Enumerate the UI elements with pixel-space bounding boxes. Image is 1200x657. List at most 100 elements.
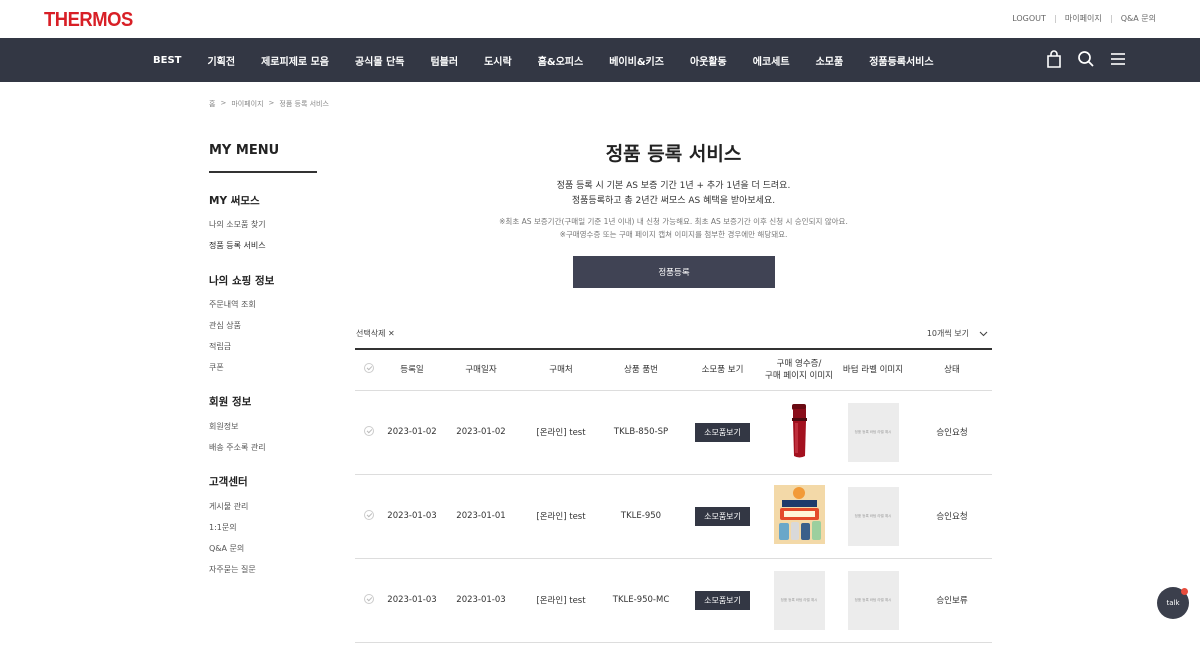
gnb-icons bbox=[1046, 50, 1126, 68]
header-product-code: 상품 품번 bbox=[601, 349, 681, 391]
talk-chat-button[interactable]: talk bbox=[1157, 587, 1189, 619]
nav-item-outdoor[interactable]: 아웃활동 bbox=[677, 53, 740, 68]
cell-status: 승인요청 bbox=[912, 390, 992, 475]
cell-reg-date: 2023-01-03 bbox=[383, 474, 441, 559]
sidebar-item-find-parts[interactable]: 나의 소모품 찾기 bbox=[209, 219, 266, 230]
nav-item-eco-set[interactable]: 에코세트 bbox=[740, 53, 803, 68]
header-reg-date: 등록일 bbox=[383, 349, 441, 391]
thumbnail-placeholder-text: 정품 등록 바텀 라벨 예시 bbox=[854, 597, 892, 602]
sidebar-item-registration[interactable]: 정품 등록 서비스 bbox=[209, 240, 266, 251]
cell-purchase-date: 2023-01-03 bbox=[441, 558, 521, 643]
breadcrumb: 홈 > 마이페이지 > 정품 등록 서비스 bbox=[209, 99, 329, 109]
view-parts-button[interactable]: 소모품보기 bbox=[695, 506, 750, 526]
delete-selected-button[interactable]: 선택삭제 ✕ bbox=[356, 329, 395, 338]
table-tools: 선택삭제 ✕ 10개씩 보기 bbox=[356, 328, 992, 339]
cell-purchase-date: 2023-01-02 bbox=[441, 390, 521, 475]
header-purchase-date: 구매일자 bbox=[441, 349, 521, 391]
breadcrumb-separator: > bbox=[220, 99, 227, 107]
menu-icon[interactable] bbox=[1110, 50, 1126, 68]
page-size-select[interactable]: 10개씩 보기 bbox=[927, 328, 988, 339]
sidebar-group-member: 회원 정보 bbox=[209, 396, 252, 408]
page-size-label: 10개씩 보기 bbox=[926, 329, 969, 338]
shopping-bag-icon[interactable] bbox=[1046, 50, 1062, 68]
page-title: 정품 등록 서비스 bbox=[605, 143, 742, 165]
cell-status: 승인요청 bbox=[912, 474, 992, 559]
header-status: 상태 bbox=[912, 349, 992, 391]
breadcrumb-home[interactable]: 홈 bbox=[209, 99, 215, 109]
check-icon[interactable] bbox=[364, 509, 374, 520]
promo-poster-image[interactable] bbox=[773, 485, 825, 544]
bottom-label-thumbnail[interactable]: 정품 등록 바텀 라벨 예시 bbox=[847, 402, 899, 462]
description-line-2: 정품등록하고 총 2년간 써모스 AS 혜택을 받아보세요. bbox=[571, 196, 776, 206]
sidebar-item-wishlist[interactable]: 관심 상품 bbox=[209, 320, 241, 331]
view-parts-button[interactable]: 소모품보기 bbox=[695, 422, 750, 442]
view-parts-button[interactable]: 소모품보기 bbox=[695, 590, 750, 610]
sidebar: MY MENU MY 써모스 나의 소모품 찾기 정품 등록 서비스 나의 쇼핑… bbox=[209, 143, 317, 574]
sidebar-item-address-book[interactable]: 배송 주소록 관리 bbox=[209, 442, 266, 453]
bottom-label-thumbnail[interactable]: 정품 등록 바텀 라벨 예시 bbox=[847, 486, 899, 546]
main-navigation: BEST 기획전 제로피제로 모음 공식몰 단독 텀블러 도시락 홈&오피스 베… bbox=[0, 38, 1200, 82]
chevron-down-icon bbox=[979, 331, 988, 336]
bottom-label-thumbnail[interactable]: 정품 등록 바텀 라벨 예시 bbox=[847, 570, 899, 630]
nav-item-exclusive[interactable]: 공식몰 단독 bbox=[342, 53, 417, 68]
nav-item-home-office[interactable]: 홈&오피스 bbox=[525, 53, 597, 68]
header-parts: 소모품 보기 bbox=[681, 349, 764, 391]
qna-link[interactable]: Q&A 문의 bbox=[1121, 13, 1156, 24]
description-line-1: 정품 등록 시 기본 AS 보증 기간 1년 + 추가 1년을 더 드려요. bbox=[556, 181, 791, 191]
row-select[interactable] bbox=[355, 474, 383, 559]
notice-line-2: ※구매영수증 또는 구매 페이지 캡쳐 이미지를 첨부한 경우에만 해당돼요. bbox=[559, 230, 788, 239]
header-select-all[interactable] bbox=[355, 349, 383, 391]
header-store: 구매처 bbox=[521, 349, 601, 391]
breadcrumb-mypage[interactable]: 마이페이지 bbox=[231, 99, 263, 109]
sidebar-group-my-thermos: MY 써모스 bbox=[209, 195, 260, 207]
logout-link[interactable]: LOGOUT bbox=[1012, 14, 1046, 23]
sidebar-item-posts[interactable]: 게시물 관리 bbox=[209, 501, 248, 512]
header-bottom-label: 바텀 라벨 이미지 bbox=[834, 349, 912, 391]
sidebar-item-orders[interactable]: 주문내역 조회 bbox=[209, 299, 256, 310]
cell-product-code: TKLE-950-MC bbox=[601, 558, 681, 643]
check-all-icon[interactable] bbox=[364, 362, 374, 373]
sidebar-item-qna[interactable]: Q&A 문의 bbox=[209, 543, 244, 554]
sidebar-title: MY MENU bbox=[209, 143, 317, 173]
sidebar-item-inquiry[interactable]: 1:1문의 bbox=[209, 522, 237, 533]
top-bar: THERMOS LOGOUT 마이페이지 Q&A 문의 bbox=[0, 0, 1200, 38]
sidebar-item-coupons[interactable]: 쿠폰 bbox=[209, 362, 224, 373]
nav-item-promotion[interactable]: 기획전 bbox=[194, 53, 248, 68]
cell-bottom-label: 정품 등록 바텀 라벨 예시 bbox=[834, 474, 912, 559]
nav-item-tumbler[interactable]: 텀블러 bbox=[417, 53, 471, 68]
sidebar-item-member-info[interactable]: 회원정보 bbox=[209, 421, 238, 432]
thermos-logo[interactable]: THERMOS bbox=[44, 9, 133, 32]
check-icon[interactable] bbox=[364, 425, 374, 436]
nav-item-parts[interactable]: 소모품 bbox=[803, 53, 857, 68]
nav-item-lunchbox[interactable]: 도시락 bbox=[471, 53, 525, 68]
cell-reg-date: 2023-01-02 bbox=[383, 390, 441, 475]
receipt-thumbnail[interactable]: 정품 등록 바텀 라벨 예시 bbox=[773, 570, 825, 630]
cell-store: [온라인] test bbox=[521, 558, 601, 643]
sidebar-group-shopping: 나의 쇼핑 정보 bbox=[209, 275, 275, 287]
cell-store: [온라인] test bbox=[521, 390, 601, 475]
nav-item-best[interactable]: BEST bbox=[140, 55, 194, 66]
search-icon[interactable] bbox=[1077, 50, 1095, 68]
register-button[interactable]: 정품등록 bbox=[573, 256, 775, 288]
breadcrumb-separator: > bbox=[268, 99, 275, 107]
divider bbox=[1054, 14, 1056, 23]
row-select[interactable] bbox=[355, 390, 383, 475]
cell-receipt bbox=[764, 474, 834, 559]
mypage-link[interactable]: 마이페이지 bbox=[1065, 13, 1102, 24]
nav-item-zero-collection[interactable]: 제로피제로 모음 bbox=[248, 53, 342, 68]
sidebar-item-points[interactable]: 적립금 bbox=[209, 341, 231, 352]
notification-dot bbox=[1181, 588, 1188, 595]
talk-label: talk bbox=[1166, 599, 1180, 607]
cell-reg-date: 2023-01-03 bbox=[383, 558, 441, 643]
row-select[interactable] bbox=[355, 558, 383, 643]
sidebar-item-faq[interactable]: 자주묻는 질문 bbox=[209, 564, 256, 575]
table-row: 2023-01-03 2023-01-01 [온라인] test TKLE-95… bbox=[355, 474, 992, 559]
cell-bottom-label: 정품 등록 바텀 라벨 예시 bbox=[834, 390, 912, 475]
cell-parts: 소모품보기 bbox=[681, 558, 764, 643]
cell-bottom-label: 정품 등록 바텀 라벨 예시 bbox=[834, 558, 912, 643]
check-icon[interactable] bbox=[364, 593, 374, 604]
nav-item-baby-kids[interactable]: 베이비&키즈 bbox=[596, 53, 677, 68]
nav-item-registration[interactable]: 정품등록서비스 bbox=[856, 53, 946, 68]
product-image[interactable] bbox=[773, 401, 825, 460]
cell-receipt: 정품 등록 바텀 라벨 예시 bbox=[764, 558, 834, 643]
